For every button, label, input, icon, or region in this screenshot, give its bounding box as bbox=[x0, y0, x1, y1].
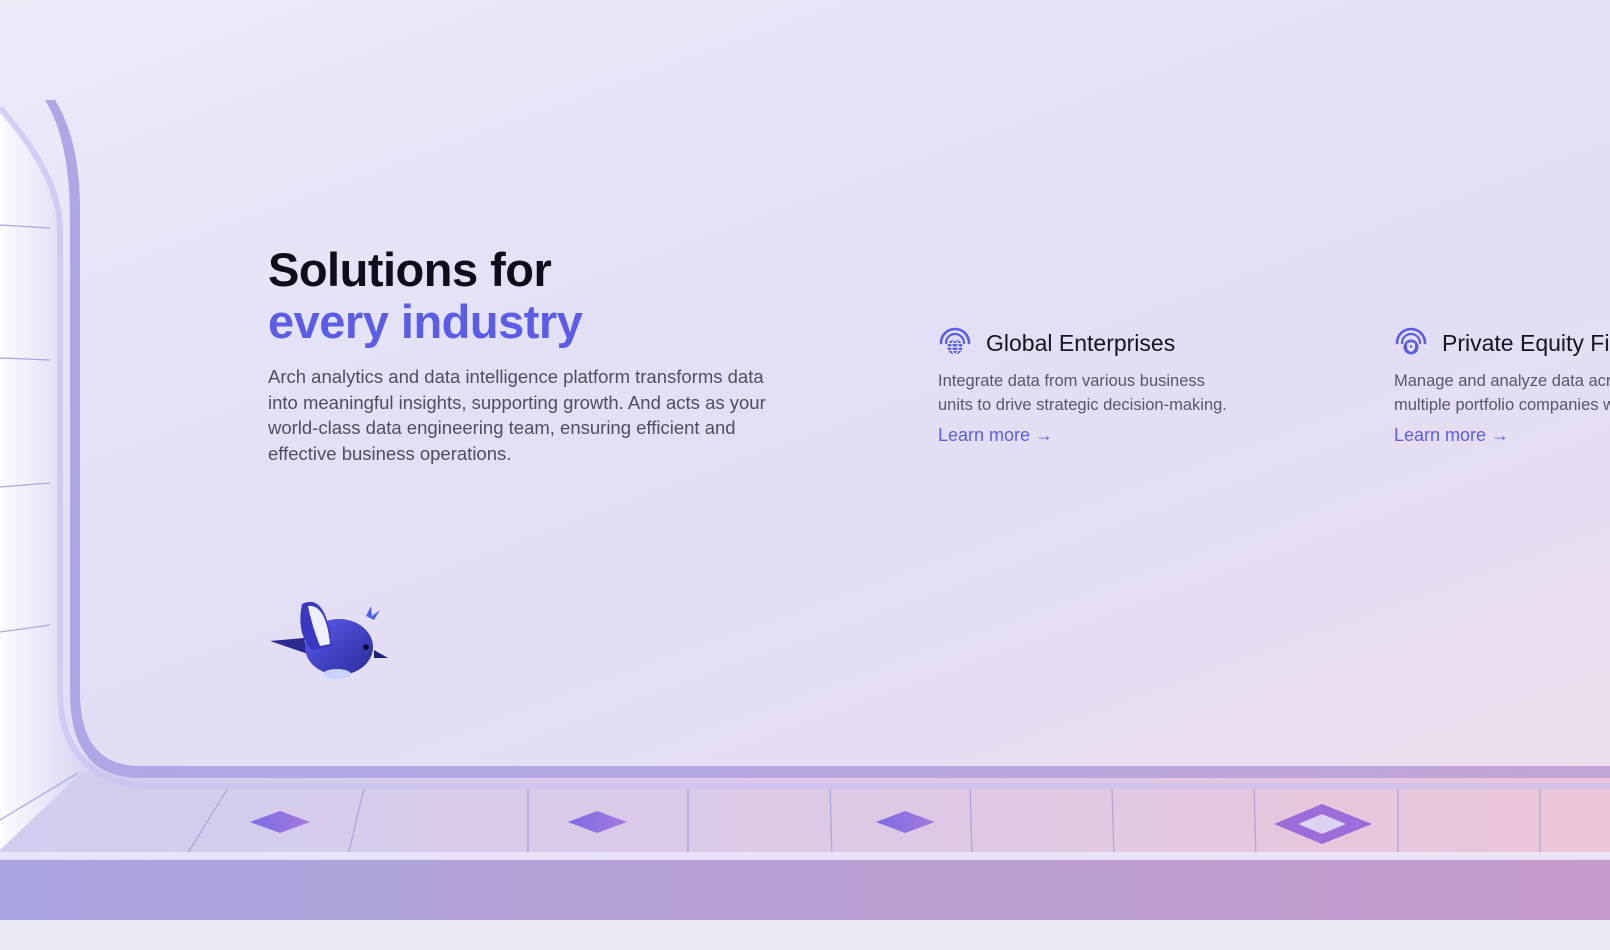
solution-card-header: Global Enterprises bbox=[938, 326, 1258, 360]
shield-icon bbox=[1394, 326, 1428, 360]
hero-description: Arch analytics and data intelligence pla… bbox=[268, 366, 766, 464]
hero-title-line2: every industry bbox=[268, 295, 583, 348]
solution-card-private-equity: Private Equity Firms Manage and analyze … bbox=[1394, 326, 1610, 446]
hero-title: Solutions for every industry bbox=[268, 243, 583, 348]
solution-card-title: Private Equity Firms bbox=[1442, 329, 1610, 356]
learn-more-link[interactable]: Learn more → bbox=[938, 425, 1053, 446]
solution-card-header: Private Equity Firms bbox=[1394, 326, 1610, 360]
page-viewport: Solutions for every industry Arch analyt… bbox=[0, 0, 1610, 950]
solution-card-title: Global Enterprises bbox=[986, 329, 1176, 356]
bird-mascot-icon bbox=[268, 594, 392, 686]
learn-more-link[interactable]: Learn more → bbox=[1394, 425, 1509, 446]
solution-card-description: Manage and analyze data across multiple … bbox=[1394, 372, 1610, 414]
hero-title-line1: Solutions for bbox=[268, 243, 552, 296]
solution-card-description: Integrate data from various business uni… bbox=[938, 372, 1227, 414]
globe-icon bbox=[938, 326, 972, 360]
solution-card-global-enterprises: Global Enterprises Integrate data from v… bbox=[938, 326, 1258, 446]
decorative-frame-scene bbox=[0, 100, 1610, 950]
